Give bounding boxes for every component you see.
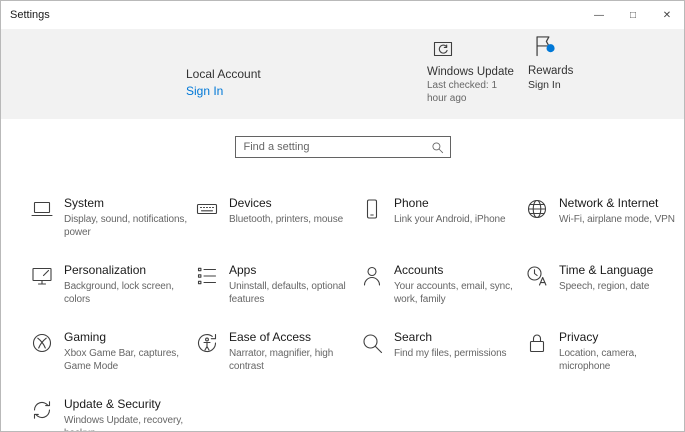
settings-window: Settings — □ ✕ Local Account Sign In Win… <box>0 0 685 432</box>
category-title: System <box>64 196 105 210</box>
category-title: Privacy <box>559 330 599 344</box>
devices-icon <box>195 197 219 221</box>
windows-update-label: Windows Update <box>427 66 514 78</box>
categories-grid: System Display, sound, notifications, po… <box>26 194 684 431</box>
category-apps[interactable]: Apps Uninstall, defaults, optional featu… <box>191 261 356 328</box>
category-subtitle: Windows Update, recovery, backup <box>64 415 184 431</box>
gaming-icon <box>30 331 54 355</box>
category-devices[interactable]: Devices Bluetooth, printers, mouse <box>191 194 356 261</box>
maximize-button[interactable]: □ <box>616 1 650 29</box>
category-subtitle: Your accounts, email, sync, work, family <box>394 281 513 305</box>
account-block: Local Account Sign In <box>186 67 261 98</box>
accounts-icon <box>360 264 384 288</box>
windows-update-icon <box>431 37 455 61</box>
personalization-icon <box>30 264 54 288</box>
hero-header: Local Account Sign In Windows Update Las… <box>1 29 684 119</box>
privacy-icon <box>525 331 549 355</box>
category-title: Ease of Access <box>229 330 312 344</box>
category-title: Personalization <box>64 263 147 277</box>
category-title: Update & Security <box>64 397 161 411</box>
category-system[interactable]: System Display, sound, notifications, po… <box>26 194 191 261</box>
category-subtitle: Bluetooth, printers, mouse <box>229 214 344 225</box>
category-personalization[interactable]: Personalization Background, lock screen,… <box>26 261 191 328</box>
ease-of-access-icon <box>195 331 219 355</box>
phone-icon <box>360 197 384 221</box>
windows-update-block[interactable]: Windows Update Last checked: 1 hour ago <box>427 37 522 105</box>
category-subtitle: Xbox Game Bar, captures, Game Mode <box>64 348 179 372</box>
search-icon <box>431 141 444 154</box>
category-network[interactable]: Network & Internet Wi-Fi, airplane mode,… <box>521 194 684 261</box>
search-category-icon <box>360 331 384 355</box>
network-icon <box>525 197 549 221</box>
update-security-icon <box>30 398 54 422</box>
category-update-security[interactable]: Update & Security Windows Update, recove… <box>26 395 191 431</box>
window-controls: — □ ✕ <box>582 1 684 29</box>
category-privacy[interactable]: Privacy Location, camera, microphone <box>521 328 684 395</box>
windows-update-status: Last checked: 1 hour ago <box>427 80 498 104</box>
category-title: Accounts <box>394 263 444 277</box>
rewards-icon <box>532 33 559 60</box>
category-subtitle: Link your Android, iPhone <box>394 214 506 225</box>
window-title: Settings <box>10 9 50 21</box>
rewards-block[interactable]: Rewards Sign In <box>528 33 618 92</box>
category-title: Time & Language <box>559 263 654 277</box>
category-subtitle: Find my files, permissions <box>394 348 507 359</box>
category-title: Phone <box>394 196 429 210</box>
category-subtitle: Location, camera, microphone <box>559 348 637 372</box>
category-subtitle: Display, sound, notifications, power <box>64 214 187 238</box>
category-phone[interactable]: Phone Link your Android, iPhone <box>356 194 521 261</box>
local-account-label: Local Account <box>186 67 261 81</box>
rewards-sign-in[interactable]: Sign In <box>528 79 620 92</box>
category-subtitle: Speech, region, date <box>559 281 650 292</box>
category-title: Gaming <box>64 330 107 344</box>
time-language-icon <box>525 264 549 288</box>
search-box <box>234 136 451 158</box>
titlebar: Settings — □ ✕ <box>1 1 684 29</box>
category-subtitle: Wi-Fi, airplane mode, VPN <box>559 214 675 225</box>
minimize-button[interactable]: — <box>582 1 616 29</box>
category-title: Apps <box>229 263 257 277</box>
account-sign-in-link[interactable]: Sign In <box>186 84 261 98</box>
category-gaming[interactable]: Gaming Xbox Game Bar, captures, Game Mod… <box>26 328 191 395</box>
search-input[interactable] <box>235 137 450 157</box>
category-ease-of-access[interactable]: Ease of Access Narrator, magnifier, high… <box>191 328 356 395</box>
category-accounts[interactable]: Accounts Your accounts, email, sync, wor… <box>356 261 521 328</box>
system-icon <box>30 197 54 221</box>
apps-icon <box>195 264 219 288</box>
rewards-label: Rewards <box>528 65 574 77</box>
category-time-language[interactable]: Time & Language Speech, region, date <box>521 261 684 328</box>
close-button[interactable]: ✕ <box>650 1 684 29</box>
category-search[interactable]: Search Find my files, permissions <box>356 328 521 395</box>
category-title: Search <box>394 330 433 344</box>
category-title: Devices <box>229 196 272 210</box>
category-title: Network & Internet <box>559 196 659 210</box>
category-subtitle: Narrator, magnifier, high contrast <box>229 348 334 372</box>
category-subtitle: Uninstall, defaults, optional features <box>229 281 346 305</box>
category-subtitle: Background, lock screen, colors <box>64 281 174 305</box>
